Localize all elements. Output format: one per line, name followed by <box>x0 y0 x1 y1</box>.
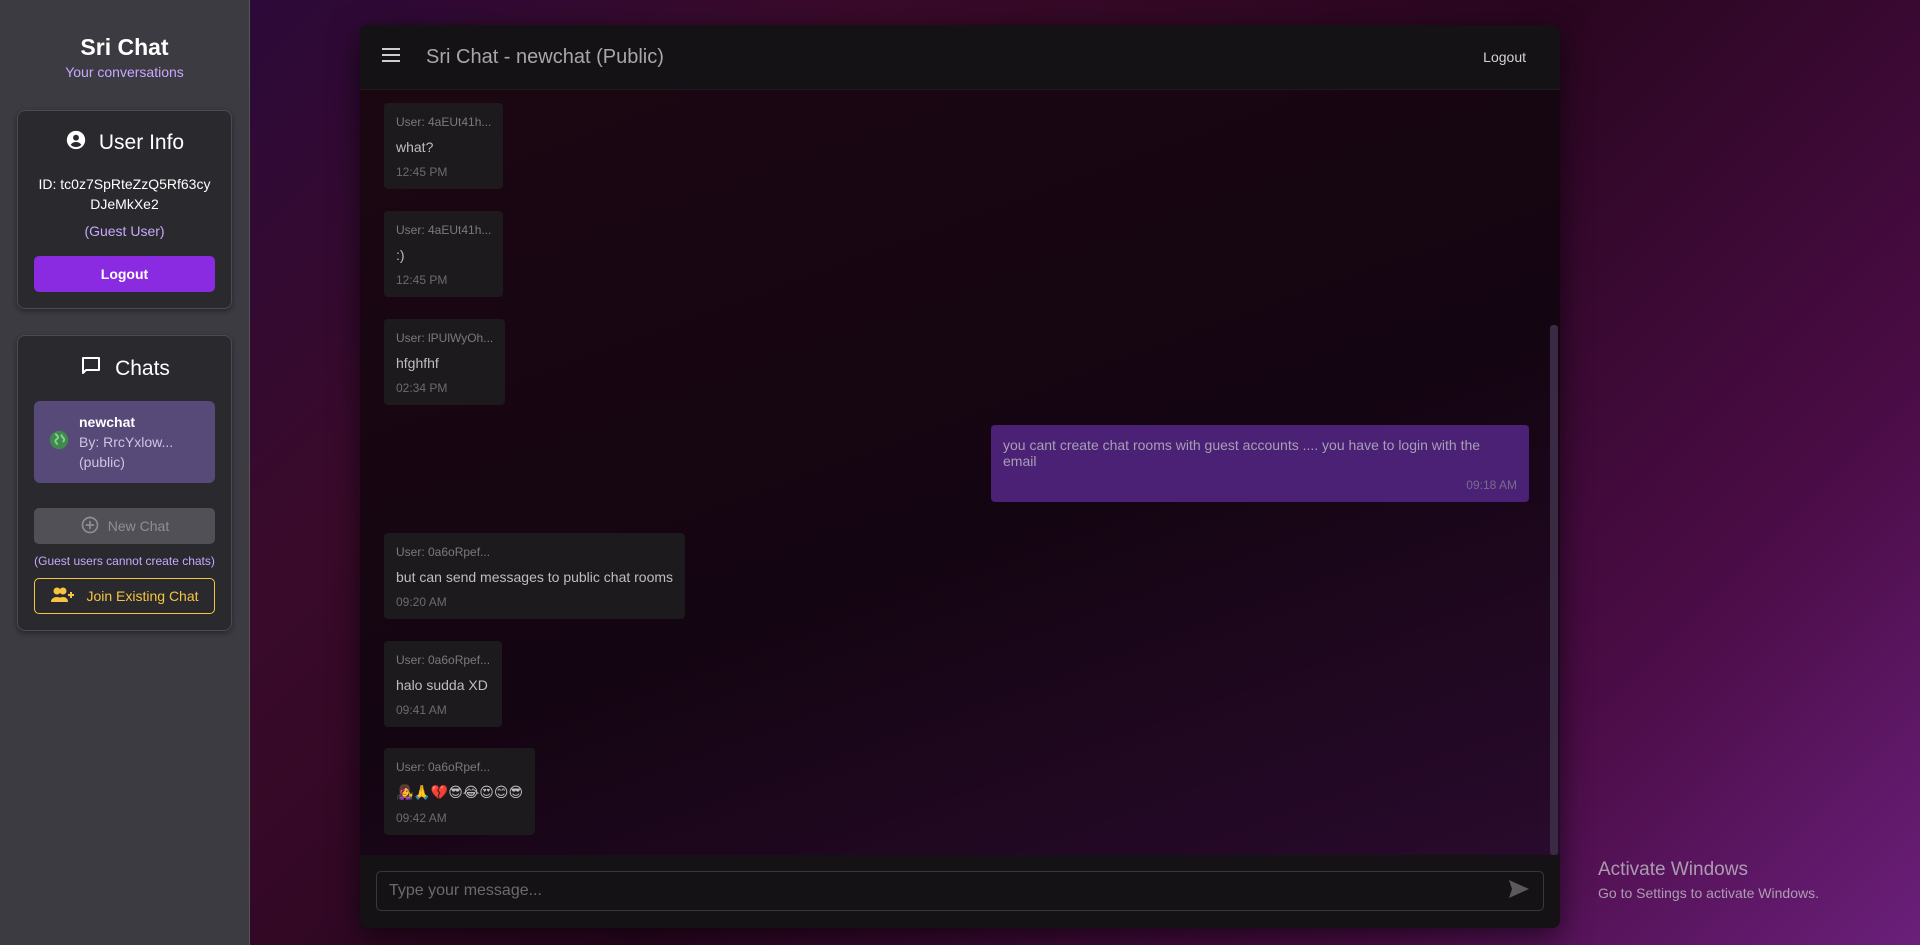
message-text: 👩‍🎤🙏💔😎😂😍😊😎 <box>396 784 524 800</box>
globe-icon <box>48 429 70 456</box>
brand-subtitle: Your conversations <box>65 64 184 80</box>
header-logout-button[interactable]: Logout <box>1471 43 1538 71</box>
user-info-header: User Info <box>34 129 215 156</box>
join-existing-chat-button[interactable]: Join Existing Chat <box>34 578 215 614</box>
message-bubble: User: 0a6oRpef... 👩‍🎤🙏💔😎😂😍😊😎 09:42 AM <box>384 748 536 835</box>
message-sender: User: 0a6oRpef... <box>396 653 491 667</box>
message-list[interactable]: User: 4aEUt41h... what? 12:45 PM User: 4… <box>360 90 1560 880</box>
message-time: 09:18 AM <box>1466 478 1517 492</box>
chat-item-visibility: (public) <box>79 454 125 470</box>
message-text: halo sudda XD <box>396 677 488 693</box>
message-composer <box>360 855 1560 928</box>
message-text: :) <box>396 247 405 263</box>
message-time: 12:45 PM <box>396 165 448 179</box>
message-time: 12:45 PM <box>396 273 448 287</box>
message-scrollbar[interactable] <box>1550 90 1558 880</box>
user-info-heading: User Info <box>98 130 185 154</box>
sidebar-logout-button[interactable]: Logout <box>34 256 215 292</box>
account-circle-icon <box>65 129 87 156</box>
chat-header: Sri Chat - newchat (Public) Logout <box>360 25 1560 90</box>
chat-bubble-icon <box>79 354 103 383</box>
brand-title: Sri Chat <box>80 34 169 60</box>
message-text: what? <box>396 139 434 155</box>
chat-list-item-newchat[interactable]: newchat By: RrcYxlow... (public) <box>34 401 215 483</box>
message-input-wrapper <box>376 871 1544 911</box>
add-circle-icon <box>80 515 100 538</box>
new-chat-button[interactable]: New Chat <box>34 508 215 544</box>
chat-window: Sri Chat - newchat (Public) Logout User:… <box>360 25 1560 928</box>
message-sender: User: 0a6oRpef... <box>396 545 491 559</box>
message-input[interactable] <box>389 882 1507 900</box>
message-text: but can send messages to public chat roo… <box>396 569 674 585</box>
message-bubble: User: lPUlWyOh... hfghfhf 02:34 PM <box>384 319 506 405</box>
user-id: ID: tc0z7SpRteZzQ5Rf63cyDJeMkXe2 <box>38 176 211 212</box>
menu-icon[interactable] <box>382 47 402 67</box>
brand: Sri Chat Your conversations <box>17 34 232 80</box>
watermark-title: Activate Windows <box>1598 859 1748 880</box>
chats-card: Chats newchat By: RrcYxlow... (public) N… <box>17 335 232 631</box>
join-existing-chat-label: Join Existing Chat <box>86 588 199 604</box>
activate-windows-watermark: Activate Windows Go to Settings to activ… <box>1598 859 1819 901</box>
scrollbar-thumb[interactable] <box>1550 325 1558 855</box>
send-icon[interactable] <box>1507 878 1531 905</box>
message-text: you cant create chat rooms with guest ac… <box>1003 437 1481 469</box>
message-bubble: User: 0a6oRpef... but can send messages … <box>384 533 686 619</box>
own-message-bubble: you cant create chat rooms with guest ac… <box>991 425 1529 502</box>
message-bubble: User: 0a6oRpef... halo sudda XD 09:41 AM <box>384 641 503 727</box>
guest-restriction-note: (Guest users cannot create chats) <box>34 554 215 568</box>
message-sender: User: lPUlWyOh... <box>396 331 494 345</box>
message-time: 09:42 AM <box>396 811 447 825</box>
sidebar: Sri Chat Your conversations User Info ID… <box>0 0 250 945</box>
chat-title: Sri Chat - newchat (Public) <box>426 45 664 68</box>
watermark-subtitle: Go to Settings to activate Windows. <box>1598 885 1819 901</box>
message-bubble: User: 4aEUt41h... :) 12:45 PM <box>384 211 504 297</box>
message-sender: User: 4aEUt41h... <box>396 115 492 129</box>
chats-heading: Chats <box>115 356 170 380</box>
message-time: 09:20 AM <box>396 595 447 609</box>
message-bubble: User: 4aEUt41h... what? 12:45 PM <box>384 103 504 189</box>
new-chat-label: New Chat <box>107 518 170 534</box>
message-time: 09:41 AM <box>396 703 447 717</box>
message-sender: User: 0a6oRpef... <box>396 760 491 774</box>
chat-item-name: newchat <box>79 414 136 430</box>
message-text: hfghfhf <box>396 355 439 371</box>
message-sender: User: 4aEUt41h... <box>396 223 492 237</box>
chat-item-meta: newchat By: RrcYxlow... (public) <box>79 412 173 472</box>
group-add-icon <box>50 586 76 607</box>
chats-header: Chats <box>34 354 215 383</box>
guest-user-label: (Guest User) <box>84 223 165 239</box>
user-info-card: User Info ID: tc0z7SpRteZzQ5Rf63cyDJeMkX… <box>17 110 232 309</box>
message-time: 02:34 PM <box>396 381 448 395</box>
chat-item-owner: By: RrcYxlow... <box>79 434 174 450</box>
